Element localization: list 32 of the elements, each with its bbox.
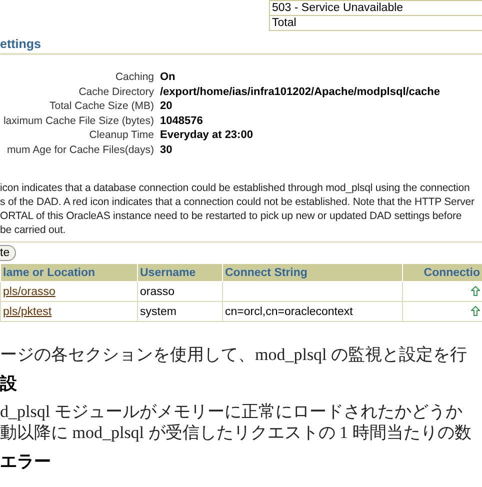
setting-value: Everyday at 23:00 xyxy=(160,129,254,142)
setting-label: Cleanup Time xyxy=(88,129,154,142)
setting-label: Cache Directory xyxy=(78,86,154,99)
setting-value: 1048576 xyxy=(160,114,204,128)
setting-value: 20 xyxy=(160,100,174,114)
setting-value: 30 xyxy=(160,144,174,157)
note-text: ORTAL of this OracleAS instance need to be restarted to pick up new or updated DAD settings before xyxy=(0,209,462,223)
body-text: 動以降に mod_plsql が受信したリクエストの 1 時間当たりの数 xyxy=(0,422,472,443)
note-text: s of the DAD. A red icon indicates that a connection could not be established. Note that the HTTP Server xyxy=(0,195,474,209)
setting-label: laximum Cache File Size (bytes) xyxy=(2,114,154,128)
setting-label: Total Cache Size (MB) xyxy=(48,100,154,114)
note-text: icon indicates that a database connection could be established through mod_plsql using the connection xyxy=(0,181,470,195)
body-text: d_plsql モジュールがメモリーに正常にロードされたかどうか xyxy=(0,401,464,422)
table-cell: 503 - Service Unavailable xyxy=(270,0,482,15)
column-header: lame or Location xyxy=(0,264,138,282)
table-cell: Total xyxy=(270,15,482,30)
setting-label: Caching xyxy=(114,71,154,84)
column-header: Username xyxy=(138,264,222,282)
section-heading: 設 xyxy=(0,373,18,395)
table-cell: orasso xyxy=(138,282,222,302)
table-cell: cn=orcl,cn=oraclecontext xyxy=(225,306,353,318)
setting-value: /export/home/ias/infra101202/Apache/modplsql/cache xyxy=(160,86,441,99)
setting-value: On xyxy=(160,71,176,84)
setting-label: mum Age for Cache Files(days) xyxy=(6,144,154,157)
section-title: ettings xyxy=(0,37,482,55)
action-button[interactable]: te xyxy=(0,245,16,261)
column-header: Connectio xyxy=(402,264,482,282)
column-header: Connect String xyxy=(222,264,402,282)
section-heading: エラー xyxy=(0,451,52,473)
body-text: ージの各セクションを使用して、mod_plsql の監視と設定を行 xyxy=(0,344,468,365)
note-text: be carried out. xyxy=(0,223,66,237)
table-cell: system xyxy=(138,302,222,322)
